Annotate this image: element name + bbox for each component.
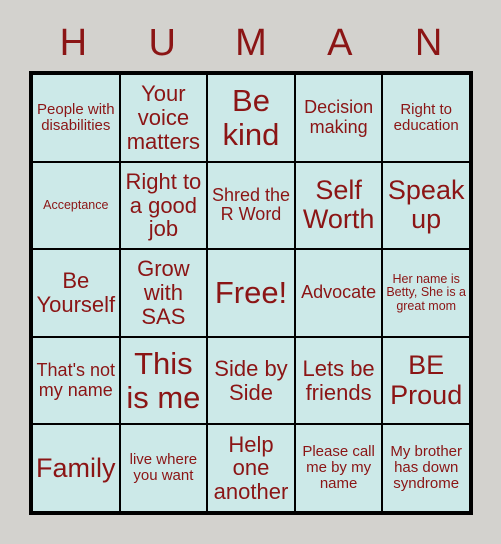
bingo-cell[interactable]: Free! [207, 249, 295, 337]
bingo-cell-label: Speak up [387, 175, 465, 235]
bingo-cell-label: Right to a good job [125, 168, 202, 242]
bingo-header-letter-3: A [327, 22, 353, 64]
bingo-cell-label: Right to education [393, 100, 459, 134]
bingo-cell[interactable]: BE Proud [382, 336, 470, 425]
bingo-cell-label: Lets be friends [302, 355, 375, 405]
bingo-cell-label: Be kind [222, 83, 280, 152]
bingo-cell[interactable]: Self Worth [294, 161, 383, 250]
bingo-cell[interactable]: My brother has down syndrome [382, 424, 470, 512]
bingo-cell[interactable]: Lets be friends [294, 336, 383, 425]
bingo-cell[interactable]: People with disabilities [32, 74, 120, 162]
bingo-cell-label: Advocate [301, 282, 377, 303]
bingo-cell-label: This is me [126, 346, 201, 415]
bingo-cell[interactable]: Family [32, 424, 120, 512]
bingo-cell-label: Your voice matters [126, 81, 201, 154]
bingo-cell[interactable]: Right to education [382, 74, 470, 162]
bingo-cell-label: Free! [214, 275, 288, 311]
bingo-cell[interactable]: This is me [119, 336, 208, 425]
bingo-cell-label: People with disabilities [37, 100, 115, 134]
bingo-cell[interactable]: Be kind [207, 74, 295, 162]
bingo-cell[interactable]: Your voice matters [119, 74, 208, 162]
bingo-cell-label: Acceptance [43, 197, 109, 212]
bingo-cell[interactable]: Side by Side [207, 336, 295, 425]
bingo-cell-label: My brother has down syndrome [390, 442, 463, 493]
bingo-cell-label: Please call me by my name [302, 442, 375, 493]
bingo-cell[interactable]: live where you want [119, 424, 208, 512]
bingo-cell[interactable]: Be Yourself [32, 249, 120, 337]
bingo-cell[interactable]: Please call me by my name [294, 424, 383, 512]
bingo-header-letter-2: M [235, 22, 267, 64]
bingo-cell-label: live where you want [129, 451, 198, 485]
bingo-cell[interactable]: Advocate [294, 249, 383, 337]
bingo-header-letters: HUMAN [29, 18, 473, 68]
bingo-cell[interactable]: Shred the R Word [207, 161, 295, 250]
bingo-cell[interactable]: That's not my name [32, 336, 120, 425]
bingo-cell-label: Help one another [213, 431, 289, 505]
bingo-cell-label: Be Yourself [36, 268, 116, 317]
bingo-cell[interactable]: Right to a good job [119, 161, 208, 250]
bingo-cell[interactable]: Decision making [294, 74, 383, 162]
bingo-cell-label: Shred the R Word [211, 184, 291, 225]
bingo-cell-label: Decision making [304, 97, 374, 137]
bingo-cell-label: Grow with SAS [137, 256, 190, 329]
bingo-cell-label: Self Worth [302, 175, 375, 235]
bingo-header-letter-0: H [59, 22, 88, 64]
bingo-cell[interactable]: Speak up [382, 161, 470, 250]
bingo-card: H U M A N People with disabilities Your voice… [0, 0, 501, 544]
bingo-cell[interactable]: Grow with SAS [119, 249, 208, 337]
bingo-cell-label: That's not my name [36, 360, 116, 400]
bingo-cell[interactable]: Help one another [207, 424, 295, 512]
bingo-cell-label: Family [36, 452, 116, 483]
bingo-cell-label: Side by Side [214, 355, 288, 405]
bingo-grid: People with disabilities Your voice matte… [29, 71, 473, 515]
bingo-cell[interactable]: Acceptance [32, 161, 120, 250]
bingo-cell[interactable]: Her name is Betty, She is a great mom [382, 249, 470, 337]
bingo-cell-label: BE Proud [390, 350, 463, 410]
bingo-header-letter-1: U [148, 22, 176, 64]
bingo-cell-label: Her name is Betty, She is a great mom [386, 271, 467, 313]
bingo-header-letter-4: N [414, 22, 443, 64]
